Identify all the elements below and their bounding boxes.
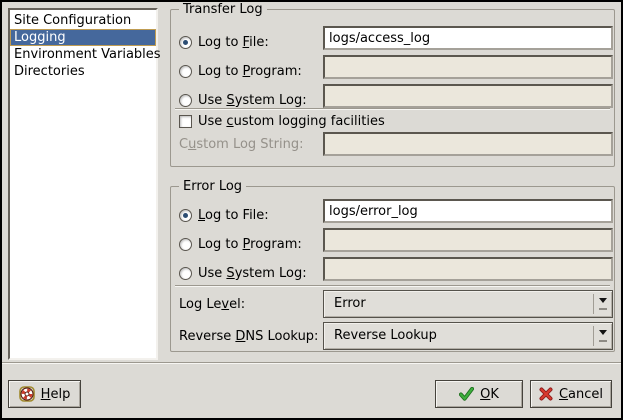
transfer-log-to-program-label: Log to Program:	[198, 63, 302, 80]
error-system-log-input	[323, 257, 613, 281]
error-log-file-input[interactable]	[323, 199, 613, 223]
dropdown-arrow-icon	[593, 294, 612, 314]
ok-button[interactable]: OK	[435, 380, 523, 408]
error-log-title: Error Log	[179, 178, 246, 195]
transfer-use-system-log-radio[interactable]	[179, 94, 192, 107]
error-log-to-program-label: Log to Program:	[198, 236, 302, 253]
action-area-separator	[2, 362, 621, 364]
custom-logging-facilities-checkbox[interactable]	[179, 115, 192, 128]
transfer-log-separator	[175, 108, 610, 110]
error-use-system-log-radio[interactable]	[179, 267, 192, 280]
cancel-x-icon	[539, 387, 553, 401]
log-level-value: Error	[324, 291, 593, 317]
error-log-separator	[175, 285, 610, 287]
error-log-to-file-label: Log to File:	[198, 207, 269, 224]
reverse-dns-label: Reverse DNS Lookup:	[179, 328, 318, 345]
sidebar-item-logging[interactable]: Logging	[10, 29, 156, 46]
transfer-use-system-log-label: Use System Log:	[198, 92, 307, 109]
transfer-log-title: Transfer Log	[179, 1, 267, 18]
section-list: Site Configuration Logging Environment V…	[8, 8, 158, 360]
transfer-log-file-input[interactable]	[323, 26, 613, 50]
sidebar-item-directories[interactable]: Directories	[10, 63, 156, 80]
transfer-log-program-input	[323, 55, 613, 79]
transfer-log-to-program-radio[interactable]	[179, 65, 192, 78]
error-log-to-file-radio[interactable]	[179, 209, 192, 222]
custom-log-string-label: Custom Log String:	[179, 136, 303, 153]
dropdown-arrow-icon	[593, 326, 612, 346]
transfer-log-to-file-label: Log to File:	[198, 34, 269, 51]
httpd-logging-dialog: Site Configuration Logging Environment V…	[0, 0, 623, 420]
reverse-dns-dropdown[interactable]: Reverse Lookup	[323, 322, 613, 350]
error-log-frame: Error Log Log to File: Log to Program: U…	[170, 186, 615, 352]
custom-log-string-input	[323, 132, 613, 156]
reverse-dns-value: Reverse Lookup	[324, 323, 593, 349]
cancel-button-label: Cancel	[559, 387, 603, 402]
transfer-log-to-file-radio[interactable]	[179, 36, 192, 49]
transfer-system-log-input	[323, 84, 613, 108]
log-level-label: Log Level:	[179, 296, 245, 313]
sidebar-item-site-configuration[interactable]: Site Configuration	[10, 12, 156, 29]
ok-check-icon	[459, 387, 474, 401]
transfer-log-frame: Transfer Log Log to File: Log to Program…	[170, 9, 615, 167]
error-log-to-program-radio[interactable]	[179, 238, 192, 251]
error-use-system-log-label: Use System Log:	[198, 265, 307, 282]
custom-logging-facilities-label: Use custom logging facilities	[198, 113, 385, 130]
cancel-button[interactable]: Cancel	[530, 380, 612, 408]
sidebar-item-environment-variables[interactable]: Environment Variables	[10, 46, 156, 63]
ok-button-label: OK	[480, 387, 499, 402]
help-button[interactable]: Help	[8, 380, 81, 408]
log-level-dropdown[interactable]: Error	[323, 290, 613, 318]
help-button-label: Help	[41, 387, 71, 402]
help-lifering-icon	[19, 386, 35, 402]
error-log-program-input	[323, 228, 613, 252]
